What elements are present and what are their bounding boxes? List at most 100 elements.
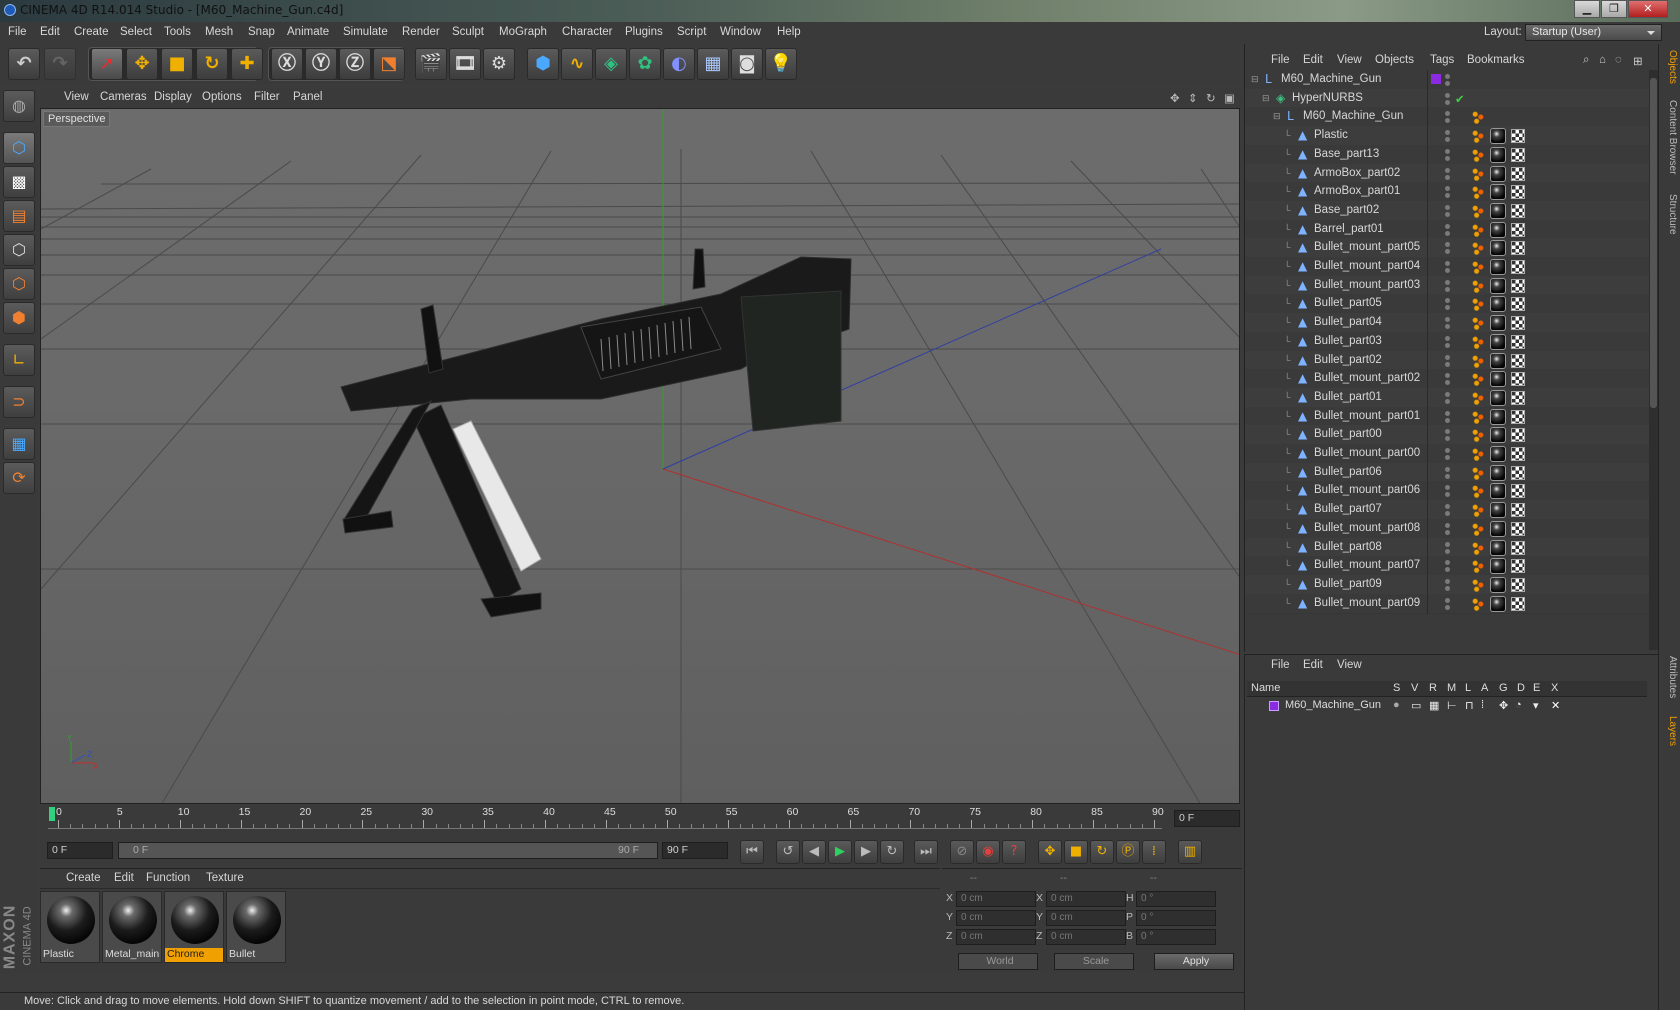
- render-picture-viewer-button[interactable]: 🎞: [449, 48, 481, 80]
- home-icon[interactable]: ⌂: [1599, 54, 1606, 66]
- timeline-ruler[interactable]: 0 5 10 15 20 25 30 35 40 45 50 55 60 65 70 75 80 85 90 0 F: [40, 806, 1242, 836]
- add-light-button[interactable]: 💡: [765, 48, 797, 80]
- menu-help[interactable]: Help: [777, 26, 801, 38]
- enabled-check-icon[interactable]: ✔: [1455, 92, 1465, 106]
- editor-visibility-dot[interactable]: [1445, 148, 1450, 154]
- phong-tag-icon[interactable]: [1471, 334, 1485, 349]
- object-name[interactable]: Bullet_mount_part08: [1314, 522, 1420, 534]
- undo-button[interactable]: ↶: [8, 48, 40, 80]
- live-selection-button[interactable]: ➚: [91, 48, 123, 80]
- object-row[interactable]: └ ▲ Bullet_mount_part02: [1245, 369, 1649, 390]
- render-visibility-dot[interactable]: [1445, 137, 1450, 143]
- layer-render-toggle[interactable]: ▦: [1429, 699, 1439, 712]
- timeline-window-button[interactable]: ▥: [1178, 840, 1202, 864]
- mat-menu-edit[interactable]: Edit: [114, 872, 134, 884]
- render-visibility-dot[interactable]: [1445, 511, 1450, 517]
- phong-tag-icon[interactable]: [1471, 559, 1485, 574]
- editor-visibility-dot[interactable]: [1445, 92, 1450, 98]
- new-window-icon[interactable]: ⊞: [1633, 54, 1643, 68]
- object-name[interactable]: M60_Machine_Gun: [1281, 73, 1381, 85]
- material-tag-icon[interactable]: [1490, 576, 1506, 593]
- material-tag-icon[interactable]: [1490, 389, 1506, 406]
- axis-mode-button[interactable]: ∟: [3, 344, 35, 376]
- make-editable-button[interactable]: ◍: [3, 90, 35, 122]
- keyframe-selection-button[interactable]: ?: [1002, 840, 1026, 864]
- snap-button[interactable]: ▦: [3, 428, 35, 460]
- vp-menu-options[interactable]: Options: [202, 91, 242, 103]
- editor-visibility-dot[interactable]: [1445, 466, 1450, 472]
- object-row[interactable]: └ ▲ Barrel_part01: [1245, 219, 1649, 240]
- render-visibility-dot[interactable]: [1445, 604, 1450, 610]
- render-visibility-dot[interactable]: [1445, 436, 1450, 442]
- object-name[interactable]: Bullet_part03: [1314, 335, 1382, 347]
- layer-col-name[interactable]: Name: [1251, 682, 1280, 694]
- maximize-button[interactable]: ❐: [1601, 0, 1627, 18]
- editor-visibility-dot[interactable]: [1445, 354, 1450, 360]
- material-tag-icon[interactable]: [1490, 446, 1506, 462]
- editor-visibility-dot[interactable]: [1445, 597, 1450, 603]
- material-chrome[interactable]: Chrome: [164, 891, 224, 963]
- render-visibility-dot[interactable]: [1445, 567, 1450, 573]
- uvw-tag-icon[interactable]: [1511, 166, 1525, 181]
- playhead[interactable]: [49, 807, 55, 821]
- editor-visibility-dot[interactable]: [1445, 373, 1450, 379]
- object-name[interactable]: Bullet_mount_part03: [1314, 279, 1420, 291]
- points-mode-button[interactable]: ⬡: [3, 234, 35, 266]
- object-name[interactable]: Bullet_part00: [1314, 428, 1382, 440]
- object-name[interactable]: ArmoBox_part01: [1314, 185, 1400, 197]
- material-tag-icon[interactable]: [1490, 595, 1506, 612]
- editor-visibility-dot[interactable]: [1445, 504, 1450, 510]
- render-visibility-dot[interactable]: [1445, 361, 1450, 367]
- editor-visibility-dot[interactable]: [1445, 448, 1450, 453]
- uvw-tag-icon[interactable]: [1511, 372, 1525, 387]
- layer-menu-edit[interactable]: Edit: [1303, 659, 1323, 671]
- menu-mesh[interactable]: Mesh: [205, 26, 233, 38]
- layer-col-x[interactable]: X: [1551, 682, 1558, 694]
- object-row[interactable]: └ ▲ Bullet_part04: [1245, 313, 1649, 334]
- render-visibility-dot[interactable]: [1445, 174, 1450, 180]
- render-settings-button[interactable]: ⚙: [483, 48, 515, 80]
- phong-tag-icon[interactable]: [1471, 503, 1485, 518]
- phong-tag-icon[interactable]: [1471, 596, 1485, 611]
- layer-deformer-toggle[interactable]: ◔: [1515, 699, 1522, 711]
- layer-row[interactable]: M60_Machine_Gun ● ▭ ▦ ⊢ ⊓ ⁞ ✥ ◔ ▾ ✕: [1247, 698, 1647, 714]
- layer-lock-toggle[interactable]: ⊓: [1465, 699, 1474, 712]
- prev-key-button[interactable]: ↺: [776, 840, 800, 864]
- uvw-tag-icon[interactable]: [1511, 428, 1525, 443]
- close-button[interactable]: ✕: [1628, 0, 1668, 18]
- menu-sculpt[interactable]: Sculpt: [452, 26, 484, 38]
- phong-tag-icon[interactable]: [1471, 447, 1485, 461]
- object-name[interactable]: Plastic: [1314, 129, 1348, 141]
- rotate-tool-button[interactable]: ↻: [196, 48, 228, 80]
- mat-menu-function[interactable]: Function: [146, 872, 190, 884]
- play-button[interactable]: ▶: [828, 840, 852, 864]
- material-tag-icon[interactable]: [1490, 240, 1506, 257]
- render-visibility-dot[interactable]: [1445, 118, 1450, 124]
- autokey-button[interactable]: ◉: [976, 840, 1000, 864]
- scale-tool-button[interactable]: ■: [161, 48, 193, 80]
- phong-tag-icon[interactable]: [1471, 278, 1485, 293]
- object-name[interactable]: ArmoBox_part02: [1314, 167, 1400, 179]
- uvw-tag-icon[interactable]: [1511, 465, 1525, 480]
- editor-visibility-dot[interactable]: [1445, 204, 1450, 210]
- object-row[interactable]: └ ▲ Bullet_mount_part07: [1245, 556, 1649, 577]
- render-visibility-dot[interactable]: [1445, 417, 1450, 423]
- uvw-tag-icon[interactable]: [1511, 540, 1525, 555]
- phong-tag-icon[interactable]: [1471, 147, 1485, 162]
- editor-visibility-dot[interactable]: [1445, 317, 1450, 323]
- phong-tag-icon[interactable]: [1471, 110, 1485, 125]
- vp-zoom-icon[interactable]: ⇕: [1188, 91, 1198, 105]
- goto-end-button[interactable]: ⏭: [914, 840, 938, 864]
- menu-edit[interactable]: Edit: [40, 26, 60, 38]
- next-key-button[interactable]: ↻: [880, 840, 904, 864]
- render-visibility-dot[interactable]: [1445, 99, 1450, 105]
- obj-menu-edit[interactable]: Edit: [1303, 54, 1323, 66]
- uvw-tag-icon[interactable]: [1511, 484, 1525, 499]
- vp-maximize-icon[interactable]: ▣: [1224, 91, 1235, 105]
- phong-tag-icon[interactable]: [1471, 521, 1485, 536]
- editor-visibility-dot[interactable]: [1445, 429, 1450, 435]
- object-name[interactable]: Bullet_part05: [1314, 297, 1382, 309]
- phong-tag-icon[interactable]: [1471, 353, 1485, 368]
- material-tag-icon[interactable]: [1490, 277, 1506, 294]
- phong-tag-icon[interactable]: [1471, 185, 1485, 200]
